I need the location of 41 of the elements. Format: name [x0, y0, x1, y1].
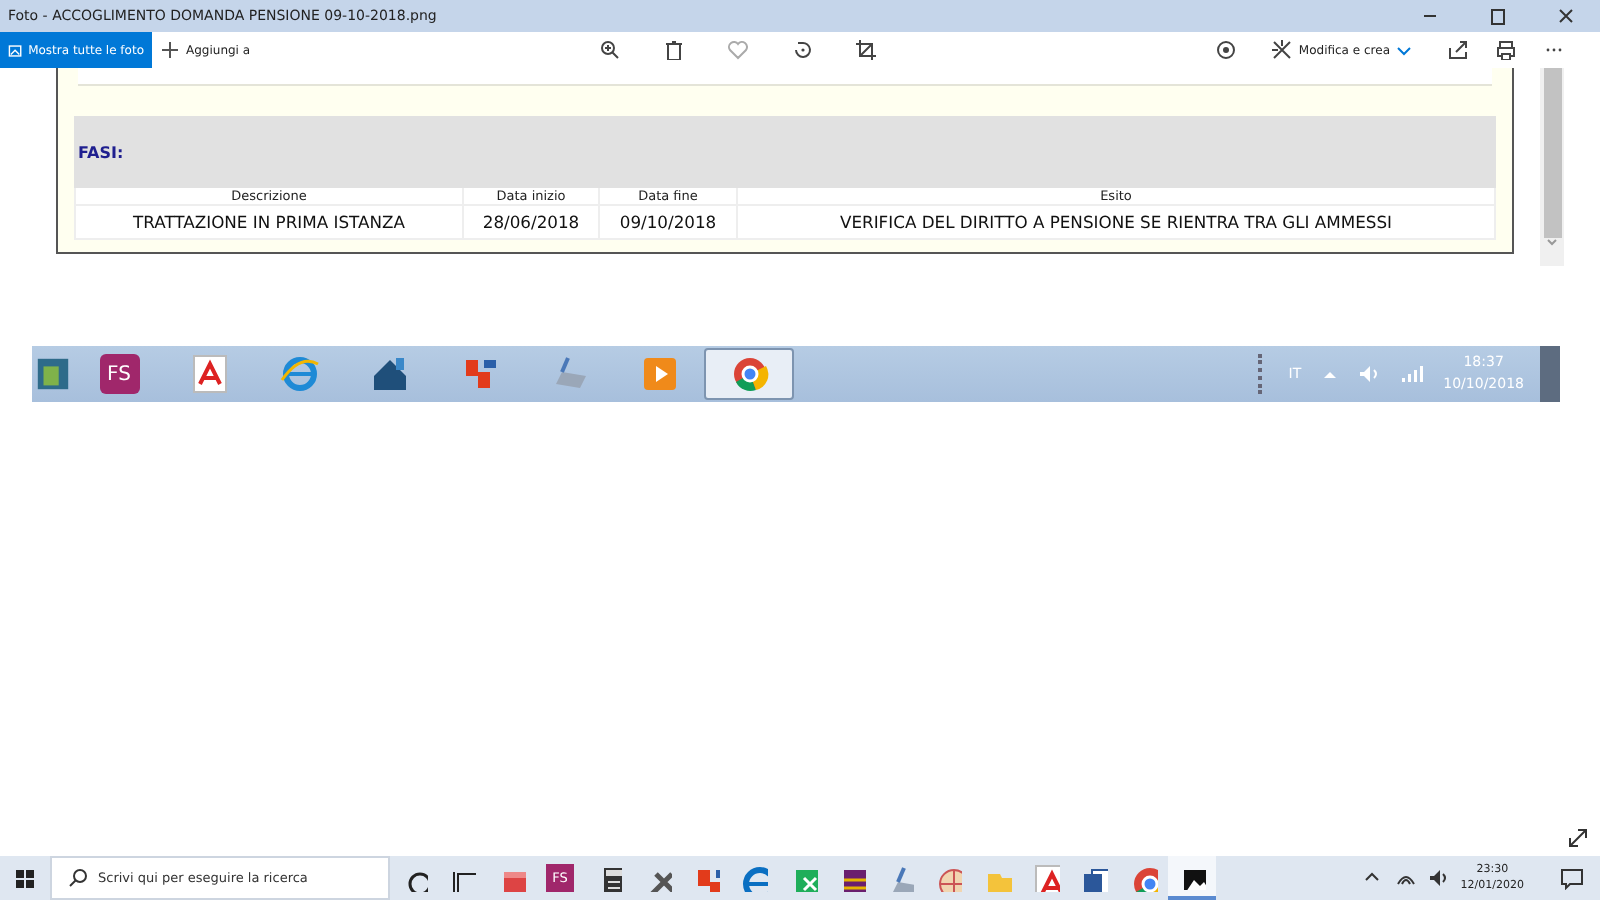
table-cell: TRATTAZIONE IN PRIMA ISTANZA [76, 206, 462, 238]
image-icon [8, 41, 23, 59]
application-icon [34, 354, 72, 394]
zoom-in-icon[interactable] [599, 40, 620, 60]
globe-icon [934, 864, 963, 892]
scrollbar[interactable] [1540, 68, 1564, 266]
restore-icon[interactable] [1486, 6, 1510, 26]
expand-icon[interactable] [1568, 828, 1588, 848]
table-cell: VERIFICA DEL DIRITTO A PENSIONE SE RIENTRA TRA GLI AMMESSI [738, 206, 1494, 238]
chrome-icon [1129, 864, 1158, 892]
close-icon[interactable] [1554, 6, 1578, 26]
browser-icon [279, 354, 319, 394]
crop-icon[interactable] [855, 40, 876, 60]
building-icon [369, 354, 409, 394]
share-icon[interactable] [1448, 40, 1468, 60]
chrome-icon [729, 354, 769, 394]
arrow-down-icon [1546, 238, 1558, 248]
speaker-icon [1357, 364, 1380, 384]
signal-icon [1399, 364, 1424, 384]
trash-icon[interactable] [663, 40, 684, 60]
pdf-icon [189, 354, 229, 394]
chevron-down-icon [1396, 44, 1412, 56]
table-cell: 09/10/2018 [600, 206, 736, 238]
caret-up-icon [1321, 368, 1338, 380]
document-icon [1080, 864, 1109, 892]
browser-icon [740, 864, 769, 892]
plus-icon [160, 40, 180, 60]
sparkle-icon [1272, 40, 1293, 60]
rotate-icon[interactable] [791, 40, 812, 60]
taskbar-app[interactable] [1167, 856, 1217, 900]
pdf-icon [1032, 864, 1060, 892]
section-title: FASI: [76, 143, 124, 161]
windows-icon[interactable] [16, 869, 34, 887]
slideshow-icon[interactable] [1216, 40, 1237, 60]
print-icon[interactable] [1496, 40, 1516, 60]
search-icon [68, 868, 88, 888]
taskbar-app[interactable]: FS [74, 348, 164, 400]
play-icon [639, 354, 679, 394]
notification-icon[interactable] [1560, 867, 1584, 889]
speaker-icon [1428, 868, 1449, 888]
table-cell: 28/06/2018 [464, 206, 598, 238]
